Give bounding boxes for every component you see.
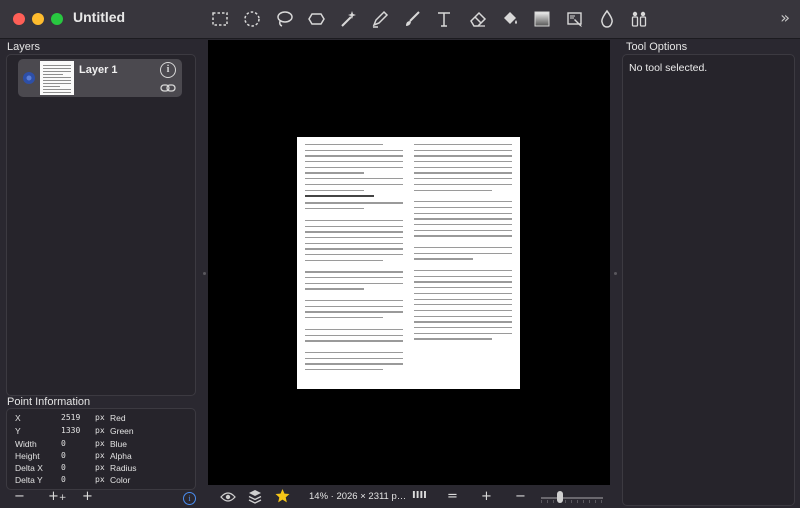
zoom-slider-track[interactable] bbox=[541, 497, 603, 499]
magic-wand-icon bbox=[341, 11, 356, 27]
dashed-circle-icon bbox=[244, 11, 260, 27]
lasso-icon bbox=[277, 11, 293, 27]
layers-stack-icon[interactable] bbox=[248, 489, 262, 504]
fill-tool[interactable] bbox=[499, 8, 521, 30]
info-icon[interactable]: i bbox=[183, 492, 196, 505]
zoom-size-label[interactable]: 14% · 2026 × 2311 p… bbox=[309, 491, 406, 502]
ellipse-select-tool[interactable] bbox=[241, 8, 263, 30]
text-T-icon bbox=[438, 12, 450, 27]
close-window-button[interactable] bbox=[13, 13, 25, 25]
rect-select-tool[interactable] bbox=[209, 8, 231, 30]
polygon-select-tool[interactable] bbox=[305, 8, 327, 30]
zoom-in-button[interactable]: + bbox=[481, 489, 492, 504]
text-tool[interactable] bbox=[433, 8, 455, 30]
info-row-y: Y 1330 px Green bbox=[15, 426, 134, 436]
maximize-window-button[interactable] bbox=[51, 13, 63, 25]
gradient-square-icon bbox=[534, 11, 550, 27]
layer-name[interactable]: Layer 1 bbox=[79, 64, 118, 76]
info-row-delta-x: Delta X 0 px Radius bbox=[15, 463, 137, 473]
pen-tool[interactable] bbox=[369, 8, 391, 30]
layers-title: Layers bbox=[7, 41, 41, 53]
eye-icon[interactable] bbox=[220, 491, 236, 503]
info-row-delta-y: Delta Y 0 px Color bbox=[15, 475, 131, 485]
color-picker-tool[interactable] bbox=[564, 8, 586, 30]
polygon-icon bbox=[308, 13, 325, 25]
canvas-status-bar: 14% · 2026 × 2311 p… IIII = + − bbox=[208, 486, 610, 508]
info-row-x: X 2519 px Red bbox=[15, 413, 126, 423]
eye-icon[interactable] bbox=[22, 71, 36, 85]
info-icon[interactable]: i bbox=[160, 62, 176, 78]
point-info-title: Point Information bbox=[7, 396, 91, 408]
brush-tool[interactable] bbox=[401, 8, 423, 30]
paint-bucket-icon bbox=[504, 12, 517, 24]
canvas[interactable] bbox=[208, 40, 610, 485]
drop-icon bbox=[601, 9, 613, 28]
dashed-rectangle-icon bbox=[212, 12, 228, 26]
columns-button[interactable]: IIII bbox=[412, 490, 427, 501]
lasso-tool[interactable] bbox=[273, 8, 295, 30]
star-icon[interactable] bbox=[274, 488, 291, 504]
eraser-tool[interactable] bbox=[467, 8, 489, 30]
blur-tool[interactable] bbox=[596, 8, 618, 30]
tool-options-message: No tool selected. bbox=[629, 62, 708, 74]
toolbar: Untitled » bbox=[0, 0, 800, 39]
tool-options-panel: No tool selected. bbox=[622, 54, 795, 506]
tool-options-title: Tool Options bbox=[626, 41, 688, 53]
brush-icon bbox=[406, 11, 420, 26]
layer-row[interactable]: Layer 1 i bbox=[18, 59, 182, 97]
stamp-icon bbox=[631, 11, 647, 27]
point-info-panel: X 2519 px Red Y 1330 px Green Width 0 px Blue Hei… bbox=[6, 408, 196, 490]
layers-bottom-bar: − ++ + i bbox=[0, 488, 200, 508]
clone-tool[interactable] bbox=[628, 8, 650, 30]
zoom-out-button[interactable]: − bbox=[515, 489, 526, 504]
zoom-slider-knob[interactable] bbox=[557, 491, 563, 503]
eyedropper-icon bbox=[567, 12, 582, 27]
info-row-height: Height 0 px Alpha bbox=[15, 451, 132, 461]
eraser-icon bbox=[470, 11, 487, 27]
window-title: Untitled bbox=[73, 9, 126, 25]
layers-list: Layer 1 i bbox=[6, 54, 196, 396]
zoom-slider-ticks bbox=[541, 500, 603, 504]
pen-icon bbox=[372, 10, 389, 28]
fit-button[interactable]: = bbox=[447, 489, 458, 504]
layer-thumbnail bbox=[40, 61, 74, 95]
gradient-tool[interactable] bbox=[531, 8, 553, 30]
info-row-width: Width 0 px Blue bbox=[15, 439, 128, 449]
document-image bbox=[297, 137, 520, 389]
remove-layer-button[interactable]: − bbox=[14, 489, 25, 504]
link-icon[interactable] bbox=[160, 83, 176, 93]
right-splitter[interactable] bbox=[610, 40, 620, 508]
left-splitter[interactable] bbox=[200, 40, 208, 508]
magic-wand-tool[interactable] bbox=[337, 8, 359, 30]
minimize-window-button[interactable] bbox=[32, 13, 44, 25]
duplicate-layer-button[interactable]: ++ bbox=[48, 489, 66, 504]
chevron-double-right-icon[interactable]: » bbox=[780, 8, 790, 27]
add-layer-button[interactable]: + bbox=[82, 489, 93, 504]
